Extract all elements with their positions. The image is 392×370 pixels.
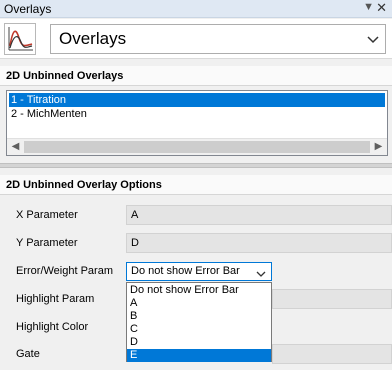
gate-label: Gate	[16, 348, 40, 360]
list-item-titration[interactable]: 1 - Titration	[9, 93, 385, 107]
module-header: Overlays	[0, 19, 392, 59]
chevron-down-icon	[367, 33, 379, 47]
pin-icon[interactable]: ▼	[363, 1, 374, 13]
dropdown-option-c[interactable]: C	[127, 323, 271, 336]
overlay-options-heading: 2D Unbinned Overlay Options	[6, 179, 162, 191]
panel-title: Overlays	[4, 2, 52, 16]
scroll-right-icon[interactable]: ▶	[371, 140, 386, 154]
scrollbar-thumb[interactable]	[24, 141, 370, 153]
gate-field[interactable]	[272, 344, 392, 364]
module-dropdown-value: Overlays	[59, 29, 127, 48]
overlays-listbox[interactable]: 1 - Titration 2 - MichMenten ◀ ▶	[6, 90, 388, 156]
close-icon[interactable]: ✕	[376, 0, 387, 16]
scroll-left-icon[interactable]: ◀	[8, 140, 23, 154]
panel-titlebar: Overlays ▼ ✕	[0, 0, 392, 18]
y-parameter-field[interactable]: D	[126, 233, 392, 253]
highlight-color-label: Highlight Color	[16, 321, 89, 333]
y-parameter-label: Y Parameter	[16, 237, 78, 249]
highlight-param-label: Highlight Param	[16, 293, 95, 305]
dropdown-option-b[interactable]: B	[127, 310, 271, 323]
module-dropdown[interactable]: Overlays	[50, 24, 386, 54]
dropdown-option-d[interactable]: D	[127, 336, 271, 349]
section-splitter[interactable]	[0, 163, 392, 168]
dropdown-option-e[interactable]: E	[127, 349, 271, 362]
highlight-param-field[interactable]	[272, 289, 392, 309]
unbinned-overlays-header: 2D Unbinned Overlays	[0, 66, 392, 86]
unbinned-overlays-heading: 2D Unbinned Overlays	[6, 70, 124, 82]
error-weight-param-combo[interactable]: Do not show Error Bar	[126, 262, 272, 281]
dropdown-option-no-error-bar[interactable]: Do not show Error Bar	[127, 284, 271, 297]
error-weight-dropdown-list[interactable]: Do not show Error Bar A B C D E	[126, 282, 272, 362]
x-parameter-field[interactable]: A	[126, 205, 392, 225]
error-weight-param-label: Error/Weight Param	[16, 265, 113, 277]
overlay-plot-icon	[4, 23, 36, 55]
overlay-options-header: 2D Unbinned Overlay Options	[0, 175, 392, 195]
error-weight-param-value: Do not show Error Bar	[131, 265, 240, 277]
list-item-michmenten[interactable]: 2 - MichMenten	[9, 107, 385, 121]
horizontal-scrollbar[interactable]: ◀ ▶	[7, 138, 387, 155]
x-parameter-label: X Parameter	[16, 209, 78, 221]
dropdown-option-a[interactable]: A	[127, 297, 271, 310]
